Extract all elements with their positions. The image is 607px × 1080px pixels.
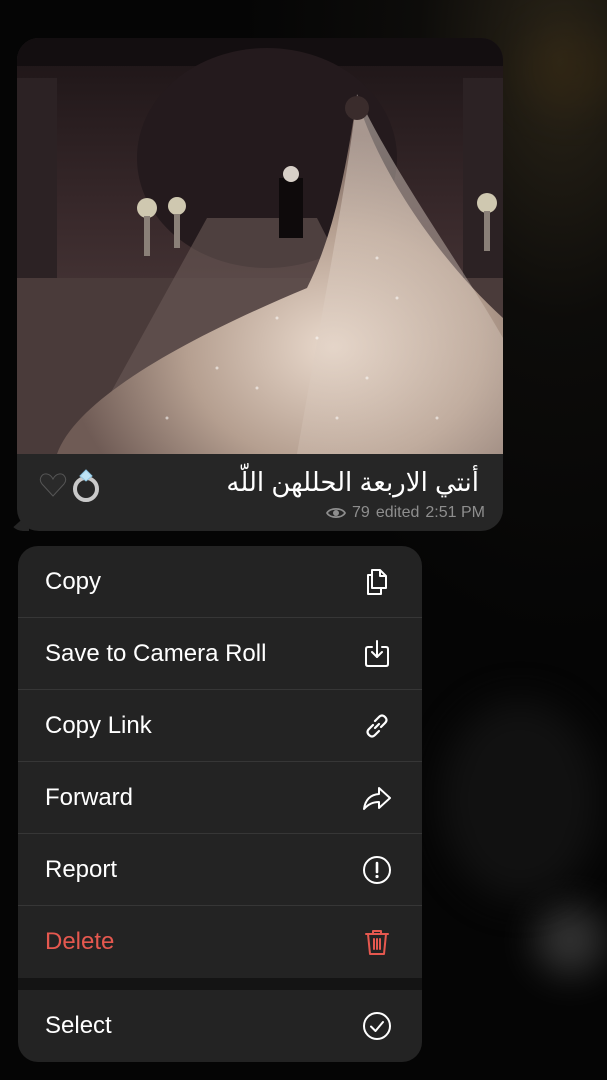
caption-emojis: [39, 468, 103, 502]
menu-item-copy[interactable]: Copy: [18, 546, 422, 618]
background-blur: [520, 30, 607, 110]
message-meta: 79 edited 2:51 PM: [326, 504, 485, 522]
menu-item-select[interactable]: Select: [18, 990, 422, 1062]
message-bubble[interactable]: أنتي الاربعة الحللهن اللّه 79 edited 2:5…: [17, 38, 503, 531]
menu-item-label: Save to Camera Roll: [45, 639, 267, 667]
background-blur: [535, 905, 605, 975]
caption-text: أنتي الاربعة الحللهن اللّه: [226, 466, 479, 497]
menu-item-label: Delete: [45, 928, 115, 955]
menu-item-label: Report: [45, 855, 118, 883]
edited-label: edited: [375, 504, 420, 521]
trash-icon: [360, 925, 394, 959]
context-menu: Copy Save to Camera Roll Copy Link Forwa…: [18, 546, 422, 1062]
menu-item-save-to-camera-roll[interactable]: Save to Camera Roll: [18, 618, 422, 690]
screen: أنتي الاربعة الحللهن اللّه 79 edited 2:5…: [0, 0, 607, 1080]
eye-icon: [326, 507, 347, 519]
exclamation-circle-icon: [360, 853, 394, 887]
menu-item-copy-link[interactable]: Copy Link: [18, 690, 422, 762]
checkmark-circle-icon: [360, 1009, 394, 1043]
save-download-icon: [360, 637, 394, 671]
message-caption: أنتي الاربعة الحللهن اللّه: [39, 464, 479, 502]
ring-emoji-icon: [73, 469, 99, 502]
view-count: 79: [352, 504, 370, 521]
bride-photo: [17, 38, 503, 454]
menu-item-delete[interactable]: Delete: [18, 906, 422, 978]
menu-section-gap: [18, 978, 422, 990]
menu-item-report[interactable]: Report: [18, 834, 422, 906]
background-blur: [440, 700, 600, 900]
link-icon: [360, 709, 394, 743]
message-photo[interactable]: [17, 38, 503, 454]
menu-item-forward[interactable]: Forward: [18, 762, 422, 834]
copy-icon: [360, 565, 394, 599]
message-time: 2:51 PM: [425, 504, 485, 521]
menu-item-label: Copy: [45, 567, 102, 595]
black-heart-emoji-icon: [39, 473, 67, 497]
menu-item-label: Copy Link: [45, 711, 152, 739]
menu-item-label: Forward: [45, 783, 134, 811]
menu-item-label: Select: [45, 1012, 112, 1039]
forward-arrow-icon: [360, 781, 394, 815]
